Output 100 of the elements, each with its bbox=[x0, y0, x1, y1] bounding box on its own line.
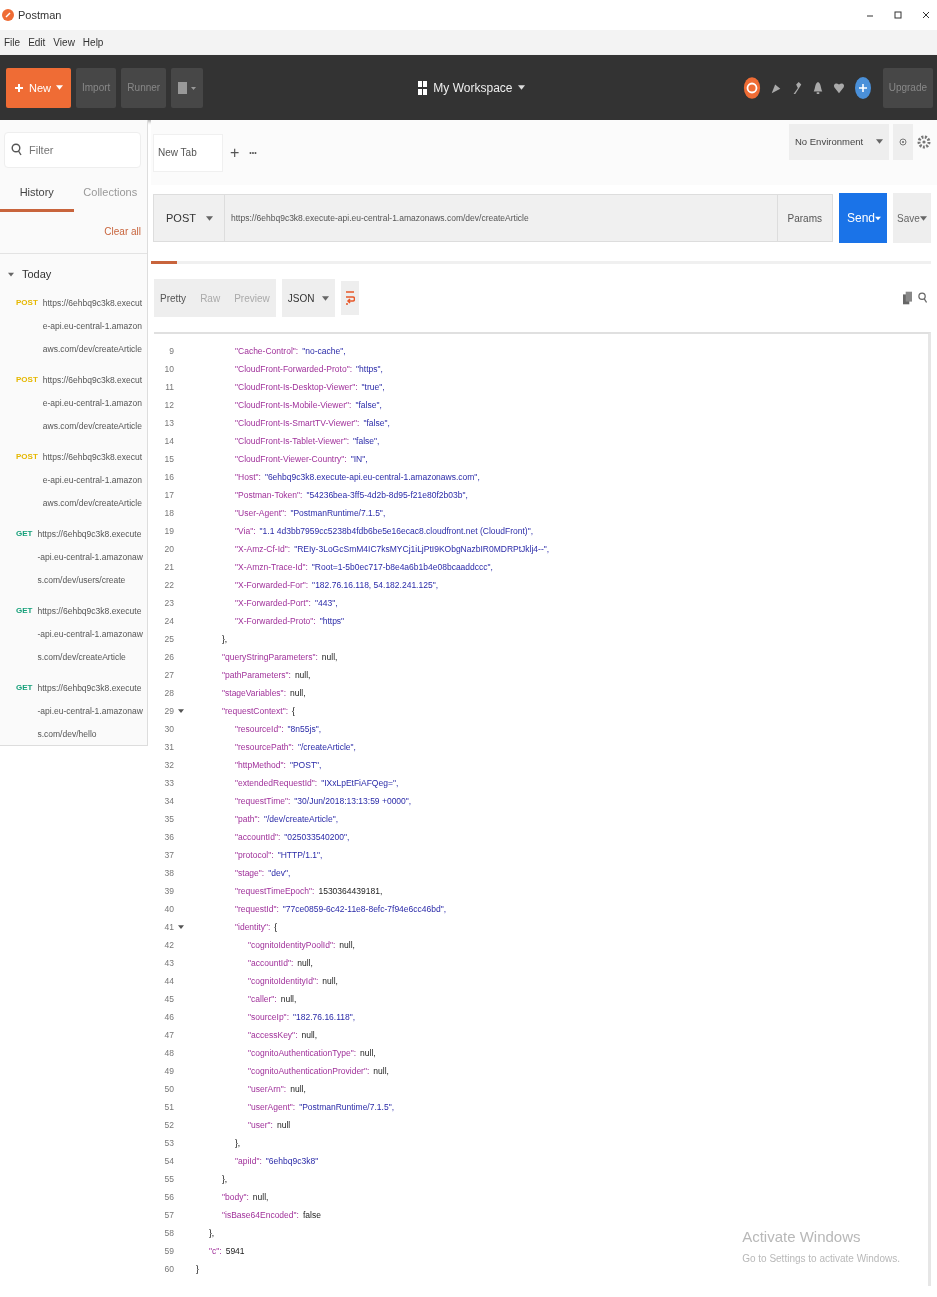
request-tab[interactable]: New Tab bbox=[153, 133, 223, 172]
code-token: "CloudFront-Is-Mobile-Viewer": bbox=[235, 400, 352, 410]
code-token: "dev", bbox=[268, 868, 291, 878]
code-token: "user": bbox=[248, 1120, 273, 1130]
plus-circle-icon[interactable] bbox=[853, 74, 872, 101]
history-group-header[interactable]: Today bbox=[0, 254, 147, 292]
search-icon[interactable] bbox=[918, 291, 927, 305]
code-token: "182.76.16.118, 54.182.241.125", bbox=[312, 580, 439, 590]
history-item[interactable]: https://6ehbq9c3k8.execute-api.eu-central-1.amazonaws.com/dev/createArticle bbox=[42, 446, 143, 515]
code-token: "REIy-3LoGcSmM4IC7ksMYCj1iLjPtI9KObgNazbIR0MDRPtJklj4--", bbox=[294, 544, 550, 554]
caret-icon bbox=[322, 295, 330, 301]
code-token: "CloudFront-Is-Tablet-Viewer": bbox=[235, 436, 350, 446]
history-item[interactable]: https://6ehbq9c3k8.execute-api.eu-central-1.amazonaws.com/dev/hello bbox=[37, 677, 143, 746]
menu-item[interactable]: Edit bbox=[28, 37, 46, 48]
workspace-selector[interactable]: My Workspace bbox=[418, 80, 526, 95]
code-token: "X-Forwarded-Proto": bbox=[235, 616, 316, 626]
line-number: 44 bbox=[163, 976, 174, 986]
add-tab-button[interactable]: + bbox=[227, 143, 243, 162]
line-number: 34 bbox=[163, 796, 174, 806]
code-token: "cognitoIdentityId": bbox=[248, 976, 319, 986]
save-button[interactable]: Save bbox=[893, 193, 931, 243]
maximize-icon[interactable] bbox=[893, 10, 903, 20]
code-token: "X-Forwarded-Port": bbox=[235, 598, 311, 608]
caret-icon bbox=[518, 85, 526, 90]
menu-item[interactable]: View bbox=[53, 37, 75, 48]
line-number: 13 bbox=[163, 418, 174, 428]
fold-icon[interactable] bbox=[178, 709, 184, 713]
code-token: "1.1 4d3bb7959cc5238b4fdb6be5e16ecac8.cloudfront.net (CloudFront)", bbox=[259, 526, 534, 536]
menu-item[interactable]: File bbox=[4, 37, 21, 48]
code-token: "cognitoAuthenticationProvider": bbox=[248, 1066, 370, 1076]
code-token: "PostmanRuntime/7.1.5", bbox=[299, 1102, 394, 1112]
code-token: "https" bbox=[319, 616, 345, 626]
format-dropdown[interactable]: JSON bbox=[281, 279, 336, 317]
filter-field[interactable]: Filter bbox=[4, 132, 141, 168]
line-number: 56 bbox=[163, 1192, 174, 1202]
method-label: GET bbox=[16, 529, 33, 539]
code-token: "stageVariables": bbox=[222, 688, 286, 698]
menu-item[interactable]: Help bbox=[82, 37, 104, 48]
code-token: null, bbox=[297, 958, 313, 968]
code-token: "54236bea-3ff5-4d2b-8d95-f21e80f2b03b", bbox=[306, 490, 468, 500]
send-button[interactable]: Send bbox=[839, 193, 887, 243]
code-token: "userAgent": bbox=[248, 1102, 296, 1112]
environment-dropdown[interactable]: No Environment bbox=[789, 123, 889, 160]
code-token: "User-Agent": bbox=[235, 508, 287, 518]
line-number: 35 bbox=[163, 814, 174, 824]
code-token: null, bbox=[322, 976, 338, 986]
code-token: "false", bbox=[355, 400, 382, 410]
code-token: null, bbox=[290, 688, 306, 698]
line-number: 52 bbox=[163, 1120, 174, 1130]
code-token: "path": bbox=[235, 814, 260, 824]
sync-icon[interactable] bbox=[742, 74, 761, 101]
history-item[interactable]: https://6ehbq9c3k8.execute-api.eu-central-1.amazonaws.com/dev/users/create bbox=[37, 523, 143, 592]
line-number: 22 bbox=[163, 580, 174, 590]
code-token: "IXxLpEtFiAFQeg=", bbox=[321, 778, 399, 788]
code-token: "PostmanRuntime/7.1.5", bbox=[290, 508, 386, 518]
code-token: "stage": bbox=[235, 868, 265, 878]
code-token: "c": bbox=[209, 1246, 222, 1256]
code-token: { bbox=[292, 706, 295, 716]
code-token: "POST", bbox=[289, 760, 322, 770]
new-window-button[interactable] bbox=[171, 67, 204, 108]
line-number: 45 bbox=[163, 994, 174, 1004]
code-token: null bbox=[276, 1120, 291, 1130]
code-token: "6ehbq9c3k8" bbox=[265, 1156, 319, 1166]
params-button[interactable]: Params bbox=[777, 194, 833, 242]
code-token: }, bbox=[222, 1174, 228, 1184]
caret-icon bbox=[205, 215, 213, 221]
code-token: "httpMethod": bbox=[235, 760, 286, 770]
code-token: "userArn": bbox=[248, 1084, 287, 1094]
line-number: 10 bbox=[163, 364, 174, 374]
line-number: 15 bbox=[163, 454, 174, 464]
line-number: 25 bbox=[163, 634, 174, 644]
history-item[interactable]: https://6ehbq9c3k8.execute-api.eu-central-1.amazonaws.com/dev/createArticle bbox=[42, 369, 143, 438]
wrap-lines-button[interactable] bbox=[341, 281, 360, 315]
code-token: "requestContext": bbox=[222, 706, 289, 716]
method-label: POST bbox=[16, 452, 38, 462]
code-token: "body": bbox=[222, 1192, 249, 1202]
method-label: POST bbox=[16, 375, 38, 385]
code-token: "443", bbox=[314, 598, 338, 608]
history-item[interactable]: https://6ehbq9c3k8.execute-api.eu-central-1.amazonaws.com/dev/createArticle bbox=[37, 600, 143, 669]
code-token: "accountId": bbox=[248, 958, 294, 968]
method-dropdown[interactable]: POST bbox=[153, 194, 225, 242]
history-item[interactable]: https://6ehbq9c3k8.execute-api.eu-central-1.amazonaws.com/dev/createArticle bbox=[42, 292, 143, 361]
line-number: 60 bbox=[163, 1264, 174, 1274]
code-token: "X-Forwarded-For": bbox=[235, 580, 309, 590]
code-token: "resourceId": bbox=[235, 724, 284, 734]
activation-title: Activate Windows bbox=[742, 1228, 862, 1245]
url-field[interactable]: https://6ehbq9c3k8.execute-api.eu-central-1.amazonaws.com/dev/createArticle bbox=[225, 194, 778, 242]
close-icon[interactable] bbox=[921, 10, 931, 20]
line-number: 57 bbox=[163, 1210, 174, 1220]
fold-icon[interactable] bbox=[178, 925, 184, 929]
line-number: 14 bbox=[163, 436, 174, 446]
copy-icon[interactable] bbox=[903, 291, 912, 305]
bell-icon[interactable] bbox=[811, 79, 824, 96]
method-label: GET bbox=[16, 683, 33, 693]
view-tab[interactable]: Pretty bbox=[160, 292, 187, 304]
line-number: 39 bbox=[163, 886, 174, 896]
clear-all-link[interactable]: Clear all bbox=[104, 226, 141, 237]
caret-icon bbox=[920, 215, 927, 221]
code-token: }, bbox=[222, 634, 228, 644]
sidebar-tab[interactable]: History bbox=[0, 178, 74, 212]
